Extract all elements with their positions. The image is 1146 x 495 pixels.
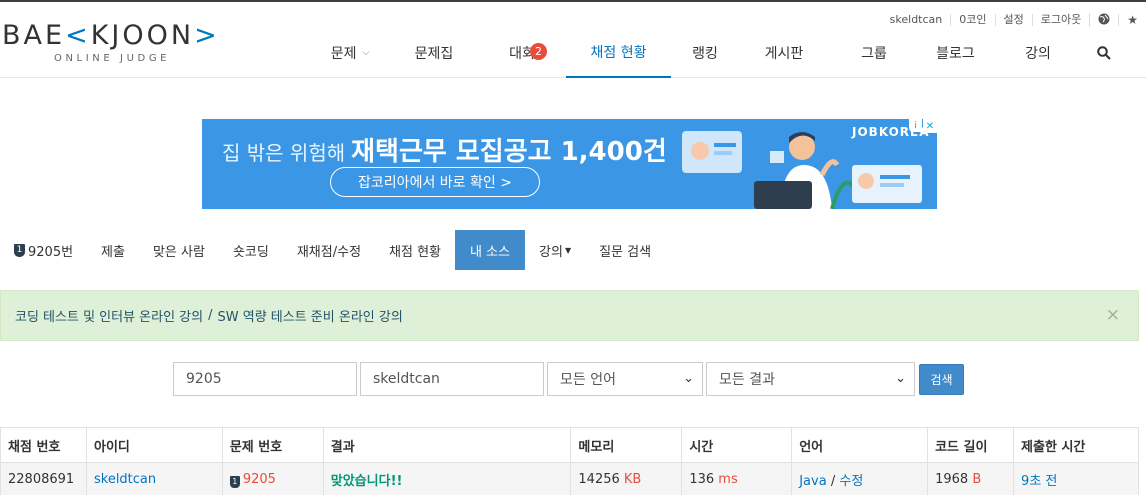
lecture-alert: 코딩 테스트 및 인터뷰 온라인 강의 / SW 역량 테스트 준비 온라인 강… xyxy=(0,290,1139,341)
source-link[interactable]: Java xyxy=(799,474,826,489)
submission-id: 22808691 xyxy=(0,462,87,495)
table-row: 22808691 skeldtcan 1 9205 맞았습니다!! 14256 K… xyxy=(0,462,1139,495)
col-header: 메모리 xyxy=(570,427,683,463)
nav-item-contests[interactable]: 대회 2 xyxy=(478,28,566,78)
col-header: 시간 xyxy=(681,427,793,463)
language-select[interactable]: 모든 언어 ⌄ xyxy=(547,362,703,396)
alert-link-coding-test[interactable]: 코딩 테스트 및 인터뷰 온라인 강의 xyxy=(15,306,203,325)
col-header: 채점 번호 xyxy=(0,427,87,463)
subnav-rejudge[interactable]: 재채점/수정 xyxy=(283,230,375,270)
subnav-problem[interactable]: 1 9205번 xyxy=(0,230,87,270)
search-icon[interactable] xyxy=(1084,28,1124,78)
language-cell: Java / 수정 xyxy=(791,462,929,495)
nav-item-blog[interactable]: 블로그 xyxy=(919,28,992,78)
time-cell: 136 ms xyxy=(681,462,793,495)
ad-cta-button[interactable]: 잡코리아에서 바로 확인 > xyxy=(330,167,540,197)
col-header: 문제 번호 xyxy=(221,427,324,463)
logo[interactable]: BAE<KJOON> ONLINE JUDGE xyxy=(2,20,252,70)
star-icon[interactable]: ★ xyxy=(1118,14,1146,26)
alert-close-icon[interactable]: × xyxy=(1106,305,1120,325)
result-select[interactable]: 모든 결과 ⌄ xyxy=(706,362,915,396)
subnav-my-source[interactable]: 내 소스 xyxy=(455,230,526,270)
ad-close-icon[interactable]: ✕ xyxy=(923,119,937,133)
problem-subnav: 1 9205번 제출 맞은 사람 숏코딩 재채점/수정 채점 현황 내 소스 강의… xyxy=(0,230,665,270)
status-filter-form: 9205 skeldtcan 모든 언어 ⌄ 모든 결과 ⌄ 검색 xyxy=(0,362,1146,396)
nav-item-status[interactable]: 채점 현황 xyxy=(566,28,671,78)
search-button[interactable]: 검색 xyxy=(919,364,964,395)
chevron-down-icon: ⌄ xyxy=(683,371,694,386)
globe-icon[interactable] xyxy=(1089,13,1118,27)
user-link[interactable]: skeldtcan xyxy=(94,472,156,487)
jobkorea-ad-banner[interactable]: 집 밖은 위험해 재택근무 모집공고 1,400건 잡코리아에서 바로 확인 > … xyxy=(202,119,937,209)
nav-item-problems[interactable]: 문제 ⌵ xyxy=(310,28,390,78)
subnav-short-coding[interactable]: 숏코딩 xyxy=(219,230,283,270)
nav-item-ranking[interactable]: 랭킹 xyxy=(671,28,739,78)
table-header-row: 채점 번호 아이디 문제 번호 결과 메모리 시간 언어 코드 길이 제출한 시… xyxy=(0,427,1139,463)
nav-item-board[interactable]: 게시판 xyxy=(739,28,829,78)
subnav-submit[interactable]: 제출 xyxy=(87,230,139,270)
alert-link-sw-test[interactable]: SW 역량 테스트 준비 온라인 강의 xyxy=(218,306,403,325)
result-accepted: 맞았습니다!! xyxy=(330,474,403,489)
problem-link[interactable]: 9205 xyxy=(243,472,276,487)
nav-item-lectures[interactable]: 강의 xyxy=(992,28,1084,78)
nav-item-workbooks[interactable]: 문제집 xyxy=(390,28,478,78)
subnav-solved-users[interactable]: 맞은 사람 xyxy=(139,230,219,270)
shield-icon: 1 xyxy=(14,243,25,257)
logo-wordmark: BAE<KJOON> xyxy=(2,20,220,51)
user-id-input[interactable]: skeldtcan xyxy=(360,362,544,396)
coins-link[interactable]: 0코인 xyxy=(950,14,994,26)
status-table: 채점 번호 아이디 문제 번호 결과 메모리 시간 언어 코드 길이 제출한 시… xyxy=(0,427,1139,495)
logout-link[interactable]: 로그아웃 xyxy=(1031,14,1089,26)
header: BAE<KJOON> ONLINE JUDGE skeldtcan 0코인 설정… xyxy=(0,2,1146,78)
memory-cell: 14256 KB xyxy=(570,462,683,495)
col-header: 언어 xyxy=(791,427,929,463)
username-link[interactable]: skeldtcan xyxy=(882,14,951,26)
col-header: 코드 길이 xyxy=(927,427,1015,463)
main-nav: 문제 ⌵ 문제집 대회 2 채점 현황 랭킹 게시판 그룹 블로그 강의 xyxy=(310,28,1124,78)
chevron-down-icon: ⌵ xyxy=(362,48,370,58)
caret-down-icon: ▼ xyxy=(564,245,572,255)
user-bar: skeldtcan 0코인 설정 로그아웃 ★ xyxy=(882,12,1146,28)
nav-item-groups[interactable]: 그룹 xyxy=(829,28,919,78)
subnav-status[interactable]: 채점 현황 xyxy=(375,230,455,270)
code-length-cell: 1968 B xyxy=(927,462,1015,495)
settings-link[interactable]: 설정 xyxy=(994,14,1032,26)
problem-id-input[interactable]: 9205 xyxy=(173,362,357,396)
submitted-time-link[interactable]: 9초 전 xyxy=(1021,474,1057,489)
ad-info-icon[interactable]: i xyxy=(909,119,922,132)
logo-subtitle: ONLINE JUDGE xyxy=(54,53,171,64)
col-header: 아이디 xyxy=(85,427,223,463)
shield-icon: 1 xyxy=(229,475,240,488)
ad-headline: 집 밖은 위험해 재택근무 모집공고 1,400건 xyxy=(222,137,667,167)
chevron-down-icon: ⌄ xyxy=(895,371,906,386)
subnav-lectures[interactable]: 강의 ▼ xyxy=(525,230,585,270)
col-header: 결과 xyxy=(322,427,572,463)
alert-separator: / xyxy=(208,308,213,323)
edit-link[interactable]: 수정 xyxy=(839,474,863,489)
subnav-question-search[interactable]: 질문 검색 xyxy=(585,230,665,270)
col-header: 제출한 시간 xyxy=(1013,427,1139,463)
contest-badge: 2 xyxy=(530,43,547,60)
